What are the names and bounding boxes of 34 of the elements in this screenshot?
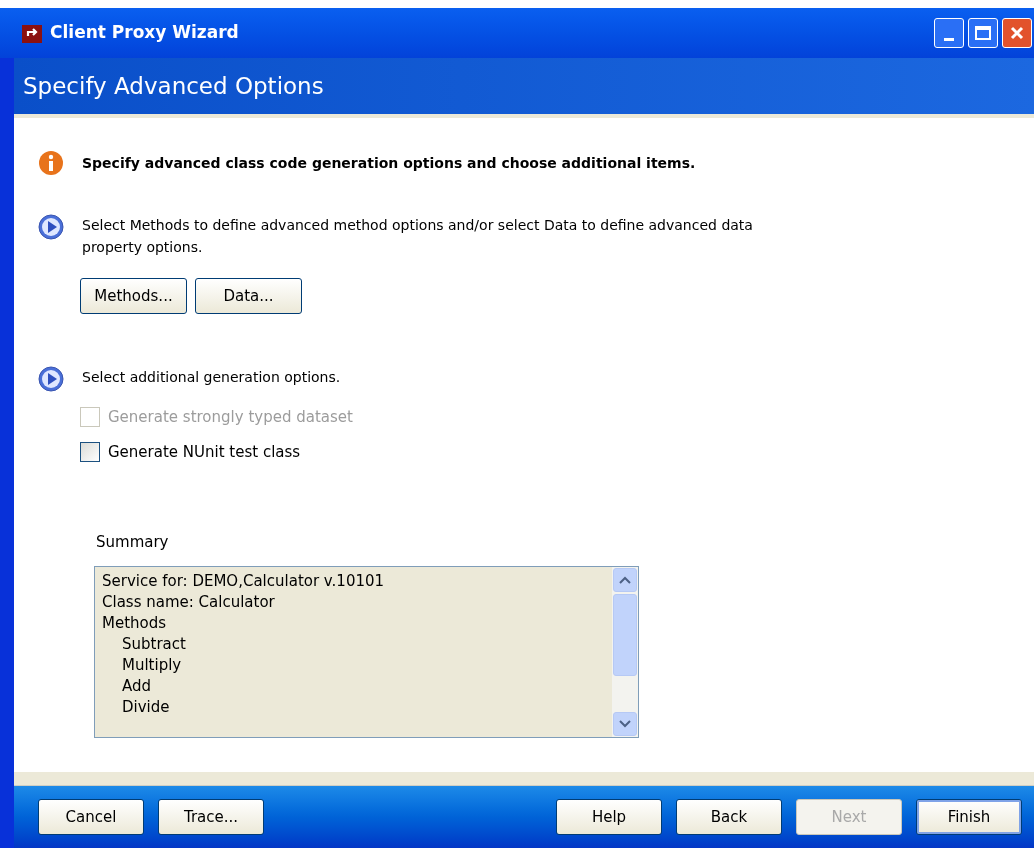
summary-line: Subtract (121, 633, 187, 655)
close-button[interactable] (1002, 18, 1032, 48)
window-title: Client Proxy Wizard (50, 21, 239, 45)
summary-label: Summary (96, 532, 170, 553)
close-icon (1009, 25, 1025, 41)
summary-line: Divide (121, 696, 171, 718)
summary-line: Class name: Calculator (102, 591, 276, 613)
step-text: Select additional generation options. (82, 368, 342, 387)
footer-button[interactable]: Back (676, 799, 782, 835)
arrow-circle-icon (38, 214, 64, 240)
step-text: Select Methods to define advanced method options and/or select Data to define advanced data property options. (82, 216, 754, 257)
app-icon (22, 23, 44, 43)
scroll-down-icon[interactable] (619, 719, 631, 728)
option-button[interactable]: Data... (195, 278, 302, 314)
page-title: Specify Advanced Options (23, 71, 324, 101)
maximize-button[interactable] (968, 18, 998, 48)
footer-button[interactable]: Finish (916, 799, 1022, 835)
summary-line: Multiply (121, 654, 183, 676)
info-icon (38, 150, 64, 176)
checkbox[interactable] (80, 441, 100, 462)
footer-button[interactable]: Trace... (158, 799, 264, 835)
intro-text: Specify advanced class code generation options and choose additional items. (82, 153, 696, 173)
minimize-button[interactable] (934, 18, 964, 48)
summary-line: Methods (102, 612, 168, 634)
option-button[interactable]: Methods... (80, 278, 187, 314)
summary-line: Service for: DEMO,Calculator v.10101 (102, 570, 386, 592)
checkbox-label: Generate NUnit test class (108, 441, 301, 463)
summary-line: Add (121, 675, 153, 697)
checkbox-label: Generate strongly typed dataset (108, 407, 353, 428)
scrollbar[interactable] (612, 566, 638, 737)
scroll-up-icon[interactable] (619, 575, 631, 584)
footer-button[interactable]: Cancel (38, 799, 144, 835)
arrow-circle-icon (38, 366, 64, 392)
footer-button[interactable]: Help (556, 799, 662, 835)
